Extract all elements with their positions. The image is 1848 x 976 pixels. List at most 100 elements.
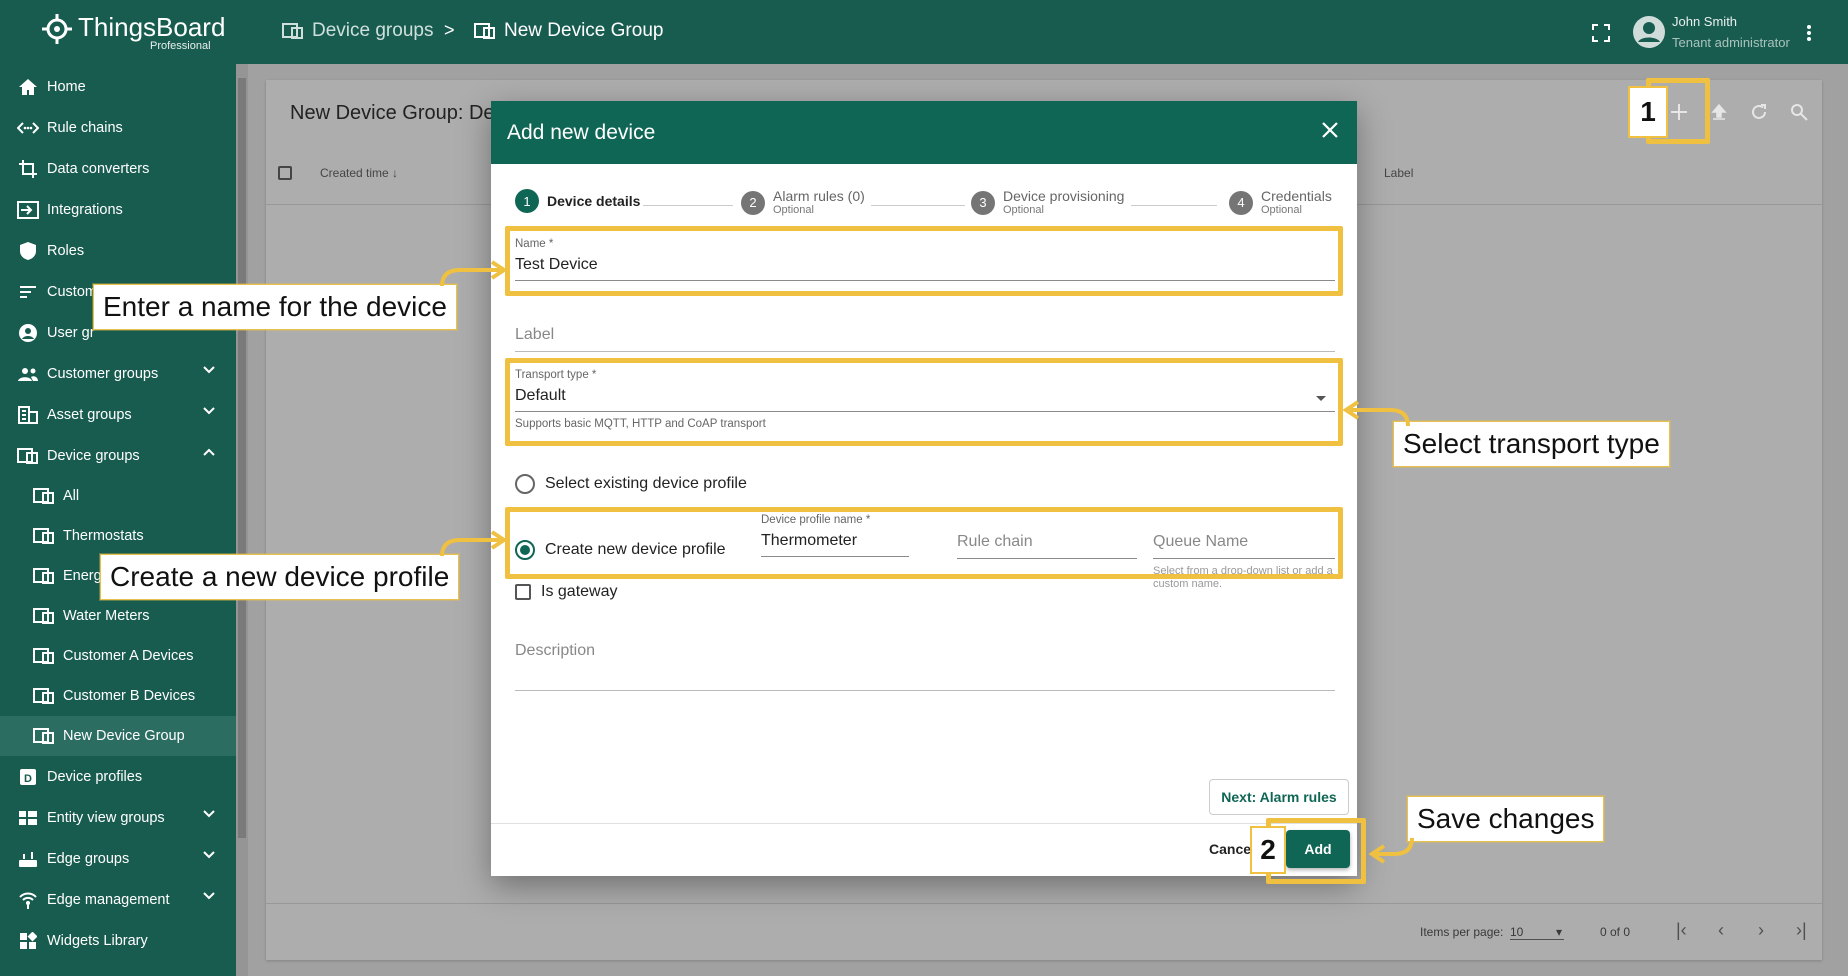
sidebar-item-data-converters[interactable]: Data converters [0, 148, 236, 189]
search-icon[interactable] [1790, 103, 1808, 121]
sidebar-item-label: Custom [47, 283, 97, 300]
fullscreen-icon[interactable] [1592, 24, 1610, 42]
sidebar-item-label: New Device Group [63, 728, 185, 744]
step-number: 4 [1229, 190, 1253, 215]
sidebar-item-edge-management[interactable]: Edge management [0, 879, 236, 920]
refresh-icon[interactable] [1750, 103, 1768, 121]
sidebar-item-label: Device profiles [47, 768, 143, 785]
sidebar-item-rule-chains[interactable]: Rule chains [0, 107, 236, 148]
sidebar-item-home[interactable]: Home [0, 66, 236, 107]
user-menu[interactable]: John Smith Tenant administrator [1632, 14, 1790, 50]
highlight-transport-type [505, 358, 1343, 446]
sidebar-item-label: Entity view groups [47, 809, 165, 826]
device-icon [32, 724, 56, 748]
more-vert-icon[interactable] [1806, 24, 1812, 42]
sidebar-item-label: Edge management [47, 891, 170, 908]
arrow-to-add-button [1368, 837, 1414, 864]
description-field[interactable]: Description [515, 642, 1335, 691]
step-label: Device details [547, 192, 641, 209]
step-badge-1: 1 [1628, 86, 1668, 138]
sidebar-item-label: Customer B Devices [63, 688, 196, 704]
sidebar-item-label: Rule chains [47, 119, 123, 136]
device-profile-icon: D [16, 765, 40, 789]
sidebar-item-customer-groups[interactable]: Customer groups [0, 353, 236, 394]
step-label: Alarm rules (0) [773, 188, 865, 204]
breadcrumb-separator: > [444, 20, 455, 40]
field-underline [515, 690, 1335, 691]
chevron-up-icon [203, 448, 215, 456]
edge-management-icon [16, 888, 40, 912]
arrow-to-profile [440, 530, 508, 557]
chevron-down-icon [203, 892, 215, 900]
sidebar-item-label: Water Meters [63, 608, 150, 624]
customers-icon [16, 280, 40, 304]
field-underline [515, 351, 1335, 352]
sidebar-item-integrations[interactable]: Integrations [0, 189, 236, 230]
step-device-provisioning[interactable]: 3 Device provisioning Optional [971, 189, 1124, 216]
step-optional: Optional [1003, 204, 1044, 216]
step-connector [643, 205, 733, 206]
arrow-to-transport [1342, 400, 1410, 427]
sidebar-item-thermostats[interactable]: Thermostats [0, 516, 236, 556]
sidebar-item-new-device-group[interactable]: New Device Group [0, 716, 236, 756]
highlight-create-profile [505, 507, 1343, 579]
device-icon [32, 644, 56, 668]
sidebar-item-label: Device groups [47, 447, 140, 464]
account-avatar-icon [1633, 16, 1665, 48]
breadcrumb-parent[interactable]: Device groups [282, 20, 433, 42]
step-alarm-rules[interactable]: 2 Alarm rules (0) Optional [741, 189, 865, 216]
sidebar-item-water-meters[interactable]: Water Meters [0, 596, 236, 636]
radio-select-existing-profile[interactable]: Select existing device profile [515, 474, 747, 494]
integration-icon [16, 198, 40, 222]
brand-subtitle: Professional [150, 40, 211, 52]
device-groups-icon [16, 444, 40, 468]
sidebar-item-label: Customer groups [47, 365, 159, 382]
device-icon [32, 564, 56, 588]
step-device-details[interactable]: 1 Device details [515, 189, 640, 213]
breadcrumb-parent-label: Device groups [312, 20, 434, 41]
step-label: Credentials [1261, 188, 1332, 204]
step-connector [1131, 205, 1217, 206]
chevron-down-icon [203, 366, 215, 374]
step-optional: Optional [1261, 204, 1302, 216]
top-app-bar: ThingsBoard Professional Device groups >… [0, 0, 1848, 64]
sidebar-item-edge-groups[interactable]: Edge groups [0, 838, 236, 879]
shield-icon [16, 239, 40, 263]
sidebar-item-customer-a-devices[interactable]: Customer A Devices [0, 636, 236, 676]
sidebar-item-widgets-library[interactable]: Widgets Library [0, 920, 236, 961]
device-icon [32, 684, 56, 708]
converter-icon [16, 157, 40, 181]
label-field[interactable]: Label [515, 326, 1335, 352]
sidebar-item-label: Data converters [47, 160, 150, 177]
sidebar-item-asset-groups[interactable]: Asset groups [0, 394, 236, 435]
logo-gear-icon [42, 14, 72, 44]
cancel-button[interactable]: Cancel [1209, 841, 1255, 857]
sidebar-item-label: User gr [47, 324, 95, 341]
sidebar-item-device-groups[interactable]: Device groups [0, 435, 236, 476]
sidebar-item-roles[interactable]: Roles [0, 230, 236, 271]
breadcrumb-current-label: New Device Group [504, 20, 664, 41]
checkbox-label: Is gateway [541, 583, 618, 600]
device-icon [32, 604, 56, 628]
upload-icon[interactable] [1710, 103, 1728, 121]
add-device-dialog: Add new device 1 Device details 2 Alarm … [491, 101, 1357, 876]
description-placeholder: Description [515, 642, 596, 659]
device-icon [32, 484, 56, 508]
label-field-placeholder: Label [515, 326, 555, 343]
sidebar-item-all[interactable]: All [0, 476, 236, 516]
step-credentials[interactable]: 4 Credentials Optional [1229, 189, 1332, 216]
close-icon[interactable] [1321, 121, 1339, 139]
sidebar-item-customer-b-devices[interactable]: Customer B Devices [0, 676, 236, 716]
entity-view-icon [16, 806, 40, 830]
next-alarm-rules-button[interactable]: Next: Alarm rules [1209, 779, 1349, 815]
sidebar-item-device-profiles[interactable]: D Device profiles [0, 756, 236, 797]
customer-groups-icon [16, 362, 40, 386]
sidebar-item-entity-view-groups[interactable]: Entity view groups [0, 797, 236, 838]
callout-save: Save changes [1407, 796, 1605, 842]
radio-circle [515, 474, 535, 494]
sidebar-item-label: Widgets Library [47, 932, 148, 949]
sidebar-item-label: Asset groups [47, 406, 132, 423]
arrow-to-name [440, 260, 508, 287]
is-gateway-checkbox[interactable]: Is gateway [515, 583, 617, 601]
step-label: Device provisioning [1003, 188, 1125, 204]
